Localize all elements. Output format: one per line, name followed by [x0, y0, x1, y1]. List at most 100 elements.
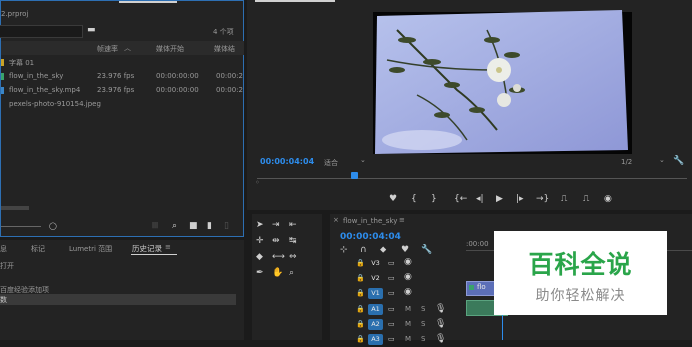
zoom-slider[interactable] — [1, 226, 41, 227]
wrench-icon[interactable]: 🔧 — [673, 156, 684, 166]
lock-icon[interactable]: 🔒 — [356, 319, 365, 329]
item-fps: 23.976 fps — [97, 72, 135, 80]
eye-icon[interactable]: ◉ — [404, 287, 412, 297]
lock-icon[interactable]: 🔒 — [356, 334, 365, 344]
extract-icon[interactable]: ⎍ — [583, 194, 589, 204]
find-icon[interactable]: ⌕ — [172, 221, 177, 231]
add-marker-icon[interactable]: ⬥ — [380, 245, 386, 255]
panel-menu-icon[interactable]: ≡ — [165, 243, 171, 251]
program-timecode[interactable]: 00:00:04:04 — [260, 157, 314, 166]
panel-menu-icon[interactable]: ≡ — [399, 216, 405, 224]
column-header-media-start[interactable]: 媒体开始 — [156, 44, 184, 54]
lock-icon[interactable]: 🔒 — [356, 288, 365, 298]
sync-lock-icon[interactable]: ▭ — [388, 334, 395, 344]
track-select-forward-icon[interactable]: ⇥ — [272, 220, 280, 230]
zoom-slider-handle-icon[interactable]: ◯ — [49, 221, 57, 231]
microphone-icon[interactable]: 🎙 — [435, 304, 446, 314]
column-header-fps[interactable]: 帧速率 — [97, 44, 118, 54]
new-item-icon[interactable]: ▮ — [207, 221, 212, 231]
ripple-edit-icon[interactable]: ⇤ — [289, 220, 297, 230]
razor-tool-icon[interactable]: ◆ — [256, 252, 263, 262]
history-item-selected[interactable]: 数 — [0, 294, 236, 305]
column-header-media-end[interactable]: 媒体结 — [214, 44, 235, 54]
new-bin-icon[interactable]: ■ — [189, 221, 198, 231]
sync-lock-icon[interactable]: ▭ — [388, 304, 395, 314]
pen-tool-icon[interactable]: ✒ — [256, 268, 264, 278]
linked-selection-icon[interactable]: ∩ — [360, 245, 367, 255]
automate-icon[interactable]: ||| — [152, 221, 158, 231]
zoom-tool-icon[interactable]: ⌕ — [289, 268, 294, 278]
step-forward-icon[interactable]: |▸ — [516, 194, 524, 204]
sort-chevron-icon[interactable]: ︿ — [124, 43, 131, 53]
playhead-marker[interactable] — [351, 172, 358, 179]
flower-bud — [513, 84, 521, 92]
track-label[interactable]: A2 — [368, 319, 383, 330]
sequence-tab[interactable]: flow_in_the_sky — [343, 217, 397, 225]
solo-button[interactable]: S — [421, 335, 425, 343]
solo-button[interactable]: S — [421, 305, 425, 313]
sync-lock-icon[interactable]: ▭ — [388, 319, 395, 329]
lock-icon[interactable]: 🔒 — [356, 258, 365, 268]
chevron-down-icon[interactable]: ⌄ — [360, 156, 366, 164]
eye-icon[interactable]: ◉ — [404, 257, 412, 267]
fit-dropdown[interactable]: 适合 — [324, 158, 338, 168]
sync-lock-icon[interactable]: ▭ — [388, 258, 395, 268]
eye-icon[interactable]: ◉ — [404, 272, 412, 282]
snap-icon[interactable]: ⊹ — [340, 245, 348, 255]
panel-close-icon[interactable]: × — [333, 216, 339, 224]
item-media-start: 00:00:00:00 — [156, 72, 199, 80]
play-icon[interactable]: ▶ — [496, 194, 503, 204]
label-color-chip — [1, 73, 4, 80]
slip-tool-icon[interactable]: ↹ — [289, 236, 297, 246]
project-search-input[interactable] — [0, 25, 83, 38]
tab-lumetri-scopes[interactable]: Lumetri 范围 — [69, 244, 112, 254]
go-to-in-icon[interactable]: {← — [454, 194, 467, 204]
sync-lock-icon[interactable]: ▭ — [388, 288, 395, 298]
mark-in-icon[interactable]: { — [411, 194, 417, 204]
lock-icon[interactable]: 🔒 — [356, 304, 365, 314]
lift-icon[interactable]: ⎍ — [561, 194, 567, 204]
list-item[interactable]: flow_in_the_sky 23.976 fps 00:00:00:00 0… — [1, 70, 244, 83]
track-label[interactable]: V2 — [368, 273, 383, 284]
list-item[interactable]: 字幕 01 — [1, 56, 244, 69]
rolling-edit-icon[interactable]: ✛ — [256, 236, 264, 246]
solo-button[interactable]: S — [421, 320, 425, 328]
lock-icon[interactable]: 🔒 — [356, 273, 365, 283]
slide-tool-icon[interactable]: ⟷ — [272, 252, 285, 262]
timeline-timecode[interactable]: 00:00:04:04 — [340, 232, 401, 242]
track-label[interactable]: V1 — [368, 288, 383, 299]
rate-stretch-icon[interactable]: ⇹ — [272, 236, 280, 246]
export-frame-icon[interactable]: ◉ — [604, 194, 612, 204]
mute-button[interactable]: M — [405, 305, 411, 313]
mark-out-icon[interactable]: } — [431, 194, 437, 204]
add-marker-icon[interactable]: ♥ — [389, 194, 397, 204]
go-to-out-icon[interactable]: →} — [536, 194, 549, 204]
tab-history[interactable]: 历史记录 — [132, 243, 162, 254]
microphone-icon[interactable]: 🎙 — [435, 319, 446, 329]
program-time-ruler[interactable] — [257, 178, 687, 179]
program-video-frame[interactable] — [247, 0, 692, 160]
tab-info[interactable]: 息 — [0, 244, 7, 254]
wrench-icon[interactable]: 🔧 — [421, 245, 432, 255]
sync-lock-icon[interactable]: ▭ — [388, 273, 395, 283]
selection-tool-icon[interactable]: ➤ — [256, 220, 264, 230]
resolution-dropdown[interactable]: 1/2 — [621, 158, 632, 166]
item-name: flow_in_the_sky — [9, 72, 64, 80]
list-item[interactable]: flow_in_the_sky.mp4 23.976 fps 00:00:00:… — [1, 84, 244, 97]
mute-button[interactable]: M — [405, 320, 411, 328]
chevron-down-icon[interactable]: ⌄ — [659, 156, 665, 164]
step-back-icon[interactable]: ◂| — [476, 194, 484, 204]
track-label[interactable]: A1 — [368, 304, 383, 315]
marker-icon[interactable]: ♥ — [401, 245, 409, 255]
list-item[interactable]: pexels-photo-910154.jpeg — [1, 98, 244, 111]
track-label[interactable]: V3 — [368, 258, 383, 269]
tab-markers[interactable]: 标记 — [31, 244, 45, 254]
rate-tool-icon[interactable]: ⇔ — [289, 252, 297, 262]
new-bin-icon[interactable]: ▬ — [87, 25, 96, 35]
microphone-icon[interactable]: 🎙 — [435, 334, 446, 344]
clear-icon[interactable]: ▯ — [224, 221, 229, 231]
history-item[interactable]: 打开 — [0, 261, 14, 271]
hand-tool-icon[interactable]: ✋ — [272, 268, 283, 278]
mute-button[interactable]: M — [405, 335, 411, 343]
horizontal-scrollbar[interactable] — [1, 206, 29, 210]
